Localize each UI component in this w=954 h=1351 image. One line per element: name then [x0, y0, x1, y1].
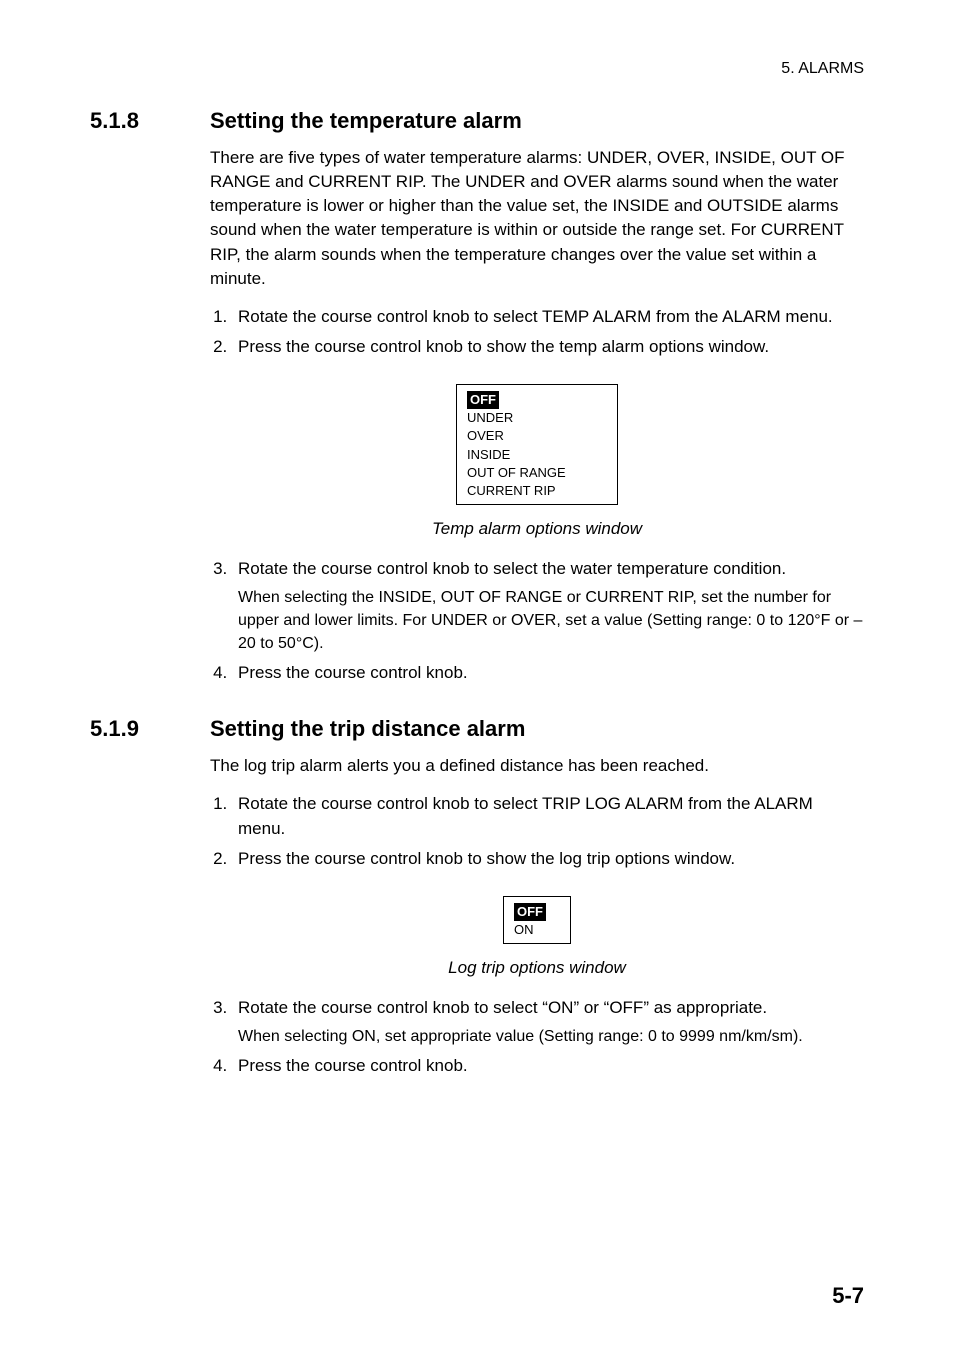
temp-alarm-options-box: OFF UNDER OVER INSIDE OUT OF RANGE CURRE…	[456, 384, 618, 505]
s518-step3-text: Rotate the course control knob to select…	[238, 559, 786, 578]
temp-figure-caption: Temp alarm options window	[432, 519, 642, 539]
section-518: 5.1.8 Setting the temperature alarm Ther…	[90, 108, 864, 686]
s519-step1: Rotate the course control knob to select…	[232, 792, 864, 841]
section-519-title: Setting the trip distance alarm	[210, 716, 525, 742]
s518-step3: Rotate the course control knob to select…	[232, 557, 864, 655]
section-518-steps-3-4: Rotate the course control knob to select…	[210, 557, 864, 686]
s518-step3-note: When selecting the INSIDE, OUT OF RANGE …	[238, 586, 864, 656]
temp-option-under: UNDER	[467, 409, 607, 427]
section-518-steps-1-2: Rotate the course control knob to select…	[210, 305, 864, 360]
section-518-intro: There are five types of water temperatur…	[210, 146, 864, 291]
temp-option-over: OVER	[467, 427, 607, 445]
temp-option-current-rip: CURRENT RIP	[467, 482, 607, 500]
s518-step2: Press the course control knob to show th…	[232, 335, 864, 360]
s519-step4: Press the course control knob.	[232, 1054, 864, 1079]
s518-step1: Rotate the course control knob to select…	[232, 305, 864, 330]
s519-step3-text: Rotate the course control knob to select…	[238, 998, 767, 1017]
s518-step4: Press the course control knob.	[232, 661, 864, 686]
trip-figure-caption: Log trip options window	[448, 958, 626, 978]
section-518-title: Setting the temperature alarm	[210, 108, 522, 134]
temp-alarm-options-figure: OFF UNDER OVER INSIDE OUT OF RANGE CURRE…	[210, 374, 864, 539]
section-519-steps-3-4: Rotate the course control knob to select…	[210, 996, 864, 1078]
s519-step2: Press the course control knob to show th…	[232, 847, 864, 872]
section-519-intro: The log trip alarm alerts you a defined …	[210, 754, 864, 778]
section-519: 5.1.9 Setting the trip distance alarm Th…	[90, 716, 864, 1079]
trip-options-box: OFF ON	[503, 896, 571, 944]
section-519-number: 5.1.9	[90, 716, 210, 742]
section-519-steps-1-2: Rotate the course control knob to select…	[210, 792, 864, 872]
trip-options-figure: OFF ON Log trip options window	[210, 886, 864, 978]
trip-option-on: ON	[514, 921, 560, 939]
temp-option-inside: INSIDE	[467, 446, 607, 464]
temp-option-off: OFF	[467, 391, 499, 409]
section-518-number: 5.1.8	[90, 108, 210, 134]
chapter-header: 5. ALARMS	[90, 60, 864, 78]
temp-option-out-of-range: OUT OF RANGE	[467, 464, 607, 482]
page-number: 5-7	[832, 1283, 864, 1309]
s519-step3: Rotate the course control knob to select…	[232, 996, 864, 1048]
trip-option-off: OFF	[514, 903, 546, 921]
s519-step3-note: When selecting ON, set appropriate value…	[238, 1025, 864, 1048]
